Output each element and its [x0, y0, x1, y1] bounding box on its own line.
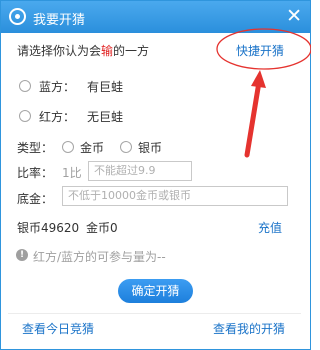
annotation-arrow-shaft — [244, 79, 262, 158]
annotation-overlay — [216, 28, 311, 158]
annotation-circle — [216, 28, 311, 70]
annotation-arrow-head — [251, 70, 266, 88]
